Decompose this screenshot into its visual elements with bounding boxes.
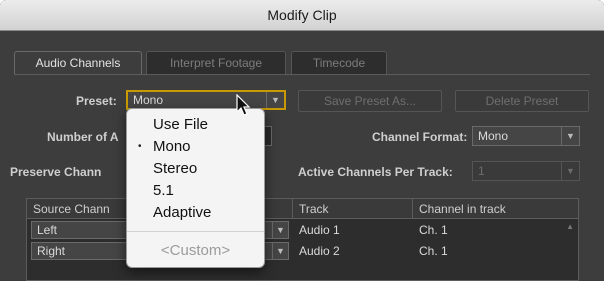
menu-item-mono[interactable]: • Mono [127, 136, 264, 157]
menu-item-label: 5.1 [153, 182, 174, 199]
tab-divider [14, 74, 590, 75]
table-header: Source Chann Track Channel in track [27, 199, 578, 219]
track-cell: Audio 1 [299, 223, 340, 237]
active-channels-label: Active Channels Per Track: [298, 165, 453, 179]
active-channels-dropdown[interactable]: 1 ▼ [472, 161, 580, 181]
save-preset-button[interactable]: Save Preset As... [298, 90, 442, 112]
bullet-check-icon: • [138, 141, 142, 152]
channel-cell: Ch. 1 [419, 244, 448, 258]
chevron-down-icon: ▼ [272, 222, 288, 238]
tab-interpret-footage[interactable]: Interpret Footage [146, 51, 286, 74]
menu-item-label: Mono [153, 138, 191, 155]
table-row: Left ▼ Audio 1 Ch. 1 [27, 220, 578, 240]
menu-item-adaptive[interactable]: Adaptive [127, 202, 264, 223]
column-track: Track [293, 199, 413, 219]
tab-audio-channels[interactable]: Audio Channels [14, 51, 142, 75]
preset-menu: Use File • Mono Stereo 5.1 Adaptive <Cus… [126, 108, 265, 268]
column-channel-in-track: Channel in track [419, 202, 506, 216]
menu-item-custom: <Custom> [160, 242, 231, 259]
menu-item-stereo[interactable]: Stereo [127, 158, 264, 179]
window-title: Modify Clip [0, 0, 604, 31]
active-channels-value: 1 [478, 164, 485, 178]
chevron-down-icon: ▼ [561, 162, 579, 180]
menu-item-5-1[interactable]: 5.1 [127, 180, 264, 201]
menu-separator [127, 231, 264, 232]
menu-item-label: Stereo [153, 160, 198, 177]
menu-item-label: Use File [153, 116, 209, 133]
chevron-down-icon: ▼ [272, 243, 288, 259]
channel-format-dropdown[interactable]: Mono ▼ [472, 126, 580, 146]
delete-preset-button[interactable]: Delete Preset [455, 90, 589, 112]
preset-value: Mono [133, 93, 164, 107]
menu-item-label: Adaptive [153, 204, 212, 221]
scroll-up-icon[interactable]: ▲ [566, 222, 574, 231]
mouse-cursor-icon [236, 94, 251, 116]
preset-dropdown[interactable]: Mono ▼ [126, 90, 286, 110]
track-cell: Audio 2 [299, 244, 340, 258]
number-of-audio-label: Number of A [47, 130, 119, 144]
chevron-down-icon: ▼ [266, 92, 284, 108]
preset-label: Preset: [76, 94, 117, 108]
chevron-down-icon: ▼ [561, 127, 579, 145]
channel-format-label: Channel Format: [372, 130, 468, 144]
table-row: Right ▼ Audio 2 Ch. 1 [27, 241, 578, 261]
source-channel-value: Right [37, 244, 66, 258]
source-channel-value: Left [37, 223, 58, 237]
channel-table: Source Chann Track Channel in track Left… [26, 198, 579, 281]
channel-cell: Ch. 1 [419, 223, 448, 237]
modify-clip-window: Modify Clip Audio Channels Interpret Foo… [0, 0, 604, 281]
tab-timecode[interactable]: Timecode [291, 51, 387, 74]
preserve-channels-label: Preserve Chann [10, 165, 102, 179]
channel-format-value: Mono [478, 129, 509, 143]
